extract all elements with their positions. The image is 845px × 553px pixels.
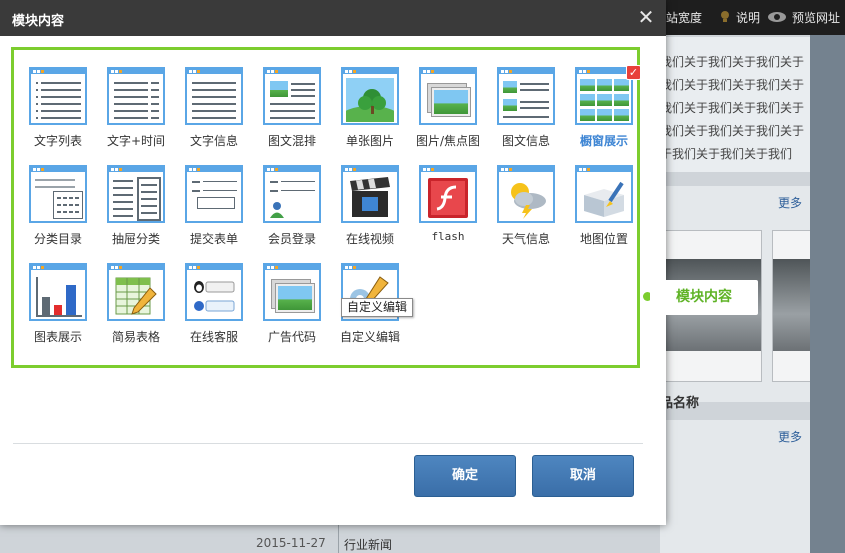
module-item-label: 文字信息: [189, 134, 238, 148]
module-content-callout: 模块内容: [643, 280, 758, 315]
background-text-line: 我们关于我们关于我们关于: [660, 78, 805, 92]
video-icon: [341, 165, 399, 223]
module-item-label: 提交表单: [189, 232, 238, 246]
dialog-header: 模块内容 ✕: [0, 0, 666, 36]
module-item-image-text[interactable]: 图文信息: [488, 67, 564, 163]
module-item-label: 抽屉分类: [111, 232, 160, 246]
product-card: [772, 230, 812, 382]
background-text-line: 我们关于我们关于我们关于: [660, 101, 805, 115]
module-item-mixed-layout[interactable]: 图文混排: [254, 67, 330, 163]
module-content-dialog: 模块内容 ✕ 文字列表 文字+时间 文字信息 图文混排 单张图片 图片/焦点图 …: [0, 0, 666, 525]
module-item-showcase[interactable]: ✓ 橱窗展示: [566, 65, 642, 163]
drawer-icon: [107, 165, 165, 223]
flash-icon: [419, 165, 477, 223]
selected-check-icon: ✓: [626, 65, 641, 80]
slideshow-icon: [419, 67, 477, 125]
map-icon: [575, 165, 633, 223]
lightbulb-icon: [721, 11, 729, 22]
module-item-label: 图文信息: [501, 134, 550, 148]
module-item-label: 文字+时间: [106, 134, 166, 148]
text-time-icon: [107, 67, 165, 125]
module-item-label: 简易表格: [111, 330, 160, 344]
module-item-member-login[interactable]: 会员登录: [254, 165, 330, 261]
product-photo: [773, 259, 811, 351]
mixed-layout-icon: [263, 67, 321, 125]
module-item-form[interactable]: 提交表单: [176, 165, 252, 261]
module-item-label: 图片/焦点图: [415, 134, 481, 148]
table-icon: [107, 263, 165, 321]
member-login-icon: [263, 165, 321, 223]
dialog-title: 模块内容: [12, 14, 65, 29]
module-item-label: 分类目录: [33, 232, 82, 246]
close-icon[interactable]: ✕: [636, 6, 656, 28]
module-item-label: 图文混排: [267, 134, 316, 148]
module-item-text-time[interactable]: 文字+时间: [98, 67, 174, 163]
module-grid: 文字列表 文字+时间 文字信息 图文混排 单张图片 图片/焦点图 图文信息 ✓ …: [11, 47, 642, 368]
customer-service-icon: [185, 263, 243, 321]
module-item-label: 自定义编辑: [339, 330, 400, 344]
text-list-icon: [29, 67, 87, 125]
callout-label: 模块内容: [650, 280, 758, 315]
divider: [338, 525, 339, 553]
module-item-label: 在线视频: [345, 232, 394, 246]
module-item-label: 图表展示: [33, 330, 82, 344]
module-item-label: 广告代码: [267, 330, 316, 344]
news-title[interactable]: 行业新闻: [344, 536, 392, 553]
background-text-block: 我们关于我们关于我们关于 我们关于我们关于我们关于 我们关于我们关于我们关于 我…: [660, 37, 810, 172]
module-item-single-image[interactable]: 单张图片: [332, 67, 408, 163]
text-info-icon: [185, 67, 243, 125]
dialog-divider: [13, 443, 643, 444]
module-item-drawer[interactable]: 抽屉分类: [98, 165, 174, 261]
module-item-text-info[interactable]: 文字信息: [176, 67, 252, 163]
ad-code-icon: [263, 263, 321, 321]
module-item-weather[interactable]: 天气信息: [488, 165, 564, 261]
module-item-label: 文字列表: [33, 134, 82, 148]
module-item-video[interactable]: 在线视频: [332, 165, 408, 261]
module-item-table[interactable]: 简易表格: [98, 263, 174, 359]
module-item-label: 橱窗展示: [579, 134, 628, 148]
eye-icon: [768, 12, 786, 22]
module-item-label: 在线客服: [189, 330, 238, 344]
single-image-icon: [341, 67, 399, 125]
form-icon: [185, 165, 243, 223]
background-scroll-strip: [810, 35, 845, 553]
module-item-category[interactable]: 分类目录: [20, 165, 96, 261]
module-item-flash[interactable]: flash: [410, 165, 486, 261]
module-item-label: 地图位置: [579, 232, 628, 246]
module-item-ad-code[interactable]: 广告代码: [254, 263, 330, 359]
weather-icon: [497, 165, 555, 223]
showcase-icon: [575, 67, 633, 125]
background-text-line: 我们关于我们关于我们关于: [660, 55, 805, 69]
module-item-slideshow[interactable]: 图片/焦点图: [410, 67, 486, 163]
news-date: 2015-11-27: [256, 536, 326, 550]
module-item-map[interactable]: 地图位置: [566, 165, 642, 261]
module-item-customer-service[interactable]: 在线客服: [176, 263, 252, 359]
cancel-button[interactable]: 取消: [532, 455, 634, 497]
tooltip: 自定义编辑: [341, 298, 414, 317]
more-link[interactable]: 更多: [778, 428, 802, 445]
background-section: 更多: [660, 420, 810, 553]
module-item-label: flash: [431, 230, 465, 243]
background-text-line: 于我们关于我们关于我们: [660, 147, 793, 161]
more-link[interactable]: 更多: [778, 194, 802, 211]
chart-icon: [29, 263, 87, 321]
confirm-button[interactable]: 确定: [414, 455, 516, 497]
background-text-line: 我们关于我们关于我们关于: [660, 124, 805, 138]
category-icon: [29, 165, 87, 223]
preview-url-link[interactable]: 预览网址: [792, 9, 840, 26]
module-item-chart[interactable]: 图表展示: [20, 263, 96, 359]
help-link[interactable]: 说明: [736, 9, 760, 26]
site-width-link[interactable]: 站宽度: [666, 9, 702, 26]
module-item-label: 天气信息: [501, 232, 550, 246]
module-item-text-list[interactable]: 文字列表: [20, 67, 96, 163]
image-text-icon: [497, 67, 555, 125]
module-item-label: 会员登录: [267, 232, 316, 246]
module-item-label: 单张图片: [345, 134, 394, 148]
